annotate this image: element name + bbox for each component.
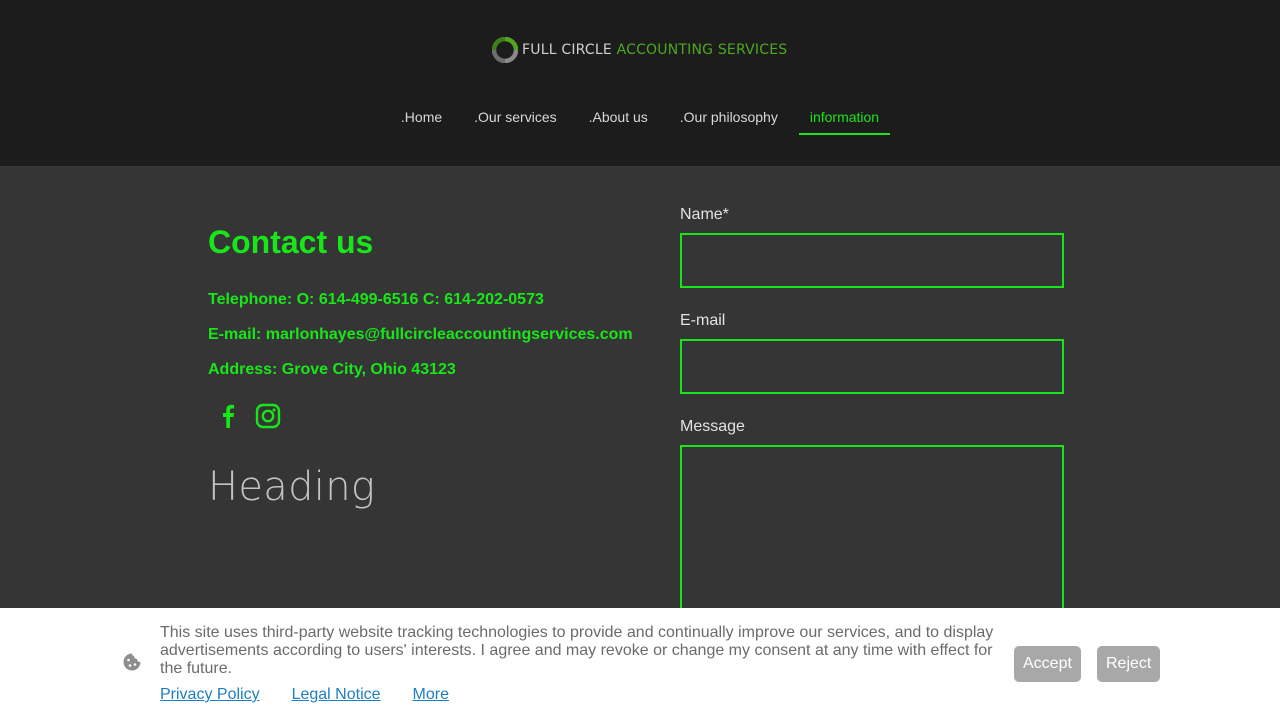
facebook-icon[interactable] — [212, 400, 244, 432]
logo-text-primary: FULL CIRCLE — [522, 42, 612, 58]
message-textarea[interactable] — [680, 445, 1064, 620]
cookie-text: This site uses third-party website track… — [160, 624, 994, 677]
cookie-banner: This site uses third-party website track… — [0, 608, 1280, 720]
instagram-icon[interactable] — [252, 400, 284, 432]
main-nav: .Home .Our services .About us .Our philo… — [0, 104, 1280, 135]
contact-email[interactable]: E-mail: marlonhayes@fullcircleaccounting… — [208, 326, 633, 344]
contact-address: Address: Grove City, Ohio 43123 — [208, 361, 456, 378]
cookie-links: Privacy Policy Legal Notice More — [160, 686, 481, 704]
email-label: E-mail — [680, 312, 726, 329]
name-input[interactable] — [680, 233, 1064, 288]
logo-text-secondary: ACCOUNTING SERVICES — [616, 42, 788, 58]
nav-item-about-us[interactable]: .About us — [578, 104, 659, 135]
message-label: Message — [680, 418, 745, 435]
contact-telephone: Telephone: O: 614-499-6516 C: 614-202-05… — [208, 291, 544, 308]
cookie-icon — [122, 652, 142, 672]
email-input[interactable] — [680, 339, 1064, 394]
nav-item-our-philosophy[interactable]: .Our philosophy — [669, 104, 789, 135]
more-link[interactable]: More — [413, 686, 449, 704]
reject-button[interactable]: Reject — [1097, 646, 1161, 682]
logo-text: FULL CIRCLE ACCOUNTING SERVICES — [522, 42, 787, 58]
social-links — [212, 400, 292, 432]
section-heading: Heading — [208, 464, 376, 510]
site-logo[interactable]: FULL CIRCLE ACCOUNTING SERVICES — [492, 36, 787, 64]
privacy-policy-link[interactable]: Privacy Policy — [160, 686, 260, 704]
nav-item-our-services[interactable]: .Our services — [463, 104, 567, 135]
site-header: FULL CIRCLE ACCOUNTING SERVICES .Home .O… — [0, 0, 1280, 166]
nav-item-home[interactable]: .Home — [390, 104, 453, 135]
contact-title: Contact us — [208, 224, 374, 260]
legal-notice-link[interactable]: Legal Notice — [292, 686, 381, 704]
accept-button[interactable]: Accept — [1014, 646, 1081, 682]
nav-item-information[interactable]: information — [798, 104, 891, 135]
logo-circle-icon — [492, 37, 518, 63]
name-label: Name* — [680, 206, 729, 223]
